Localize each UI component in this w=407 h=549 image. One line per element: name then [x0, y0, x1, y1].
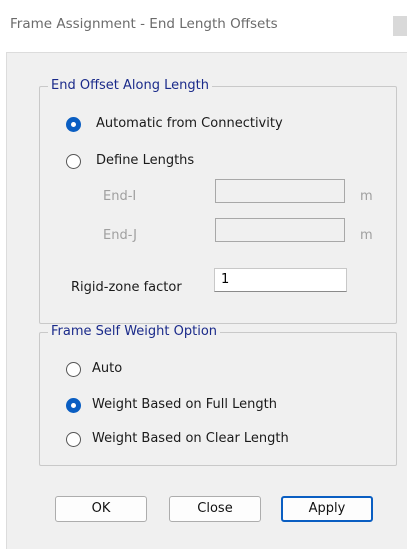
label-auto[interactable]: Auto	[92, 361, 122, 376]
end-offset-group-title: End Offset Along Length	[48, 78, 212, 93]
close-button[interactable]: Close	[169, 496, 261, 522]
end-j-input[interactable]	[215, 218, 345, 242]
rigid-zone-factor-input[interactable]: 1	[214, 268, 347, 292]
title-bar[interactable]: Frame Assignment - End Length Offsets	[0, 0, 407, 50]
radio-define-lengths[interactable]	[66, 154, 81, 169]
end-i-unit: m	[360, 189, 373, 204]
end-j-label: End-J	[103, 228, 137, 243]
end-offset-group: End Offset Along Length Automatic from C…	[39, 78, 397, 324]
rigid-zone-factor-label: Rigid-zone factor	[71, 280, 182, 295]
apply-button[interactable]: Apply	[281, 496, 373, 522]
label-weight-clear-length[interactable]: Weight Based on Clear Length	[92, 431, 289, 446]
title-bar-control[interactable]	[393, 16, 407, 36]
dialog-body: End Offset Along Length Automatic from C…	[6, 52, 407, 549]
self-weight-group: Frame Self Weight Option Auto Weight Bas…	[39, 324, 397, 466]
label-weight-full-length[interactable]: Weight Based on Full Length	[92, 397, 277, 412]
label-define-lengths[interactable]: Define Lengths	[96, 153, 194, 168]
radio-weight-clear-length[interactable]	[66, 432, 81, 447]
window-title: Frame Assignment - End Length Offsets	[10, 16, 278, 32]
label-automatic-from-connectivity[interactable]: Automatic from Connectivity	[96, 116, 283, 131]
radio-automatic-from-connectivity[interactable]	[66, 117, 81, 132]
self-weight-group-title: Frame Self Weight Option	[48, 324, 221, 339]
radio-weight-full-length[interactable]	[66, 398, 81, 413]
ok-button[interactable]: OK	[55, 496, 147, 522]
end-i-label: End-I	[103, 189, 137, 204]
end-j-unit: m	[360, 228, 373, 243]
radio-auto[interactable]	[66, 362, 81, 377]
end-i-input[interactable]	[215, 179, 345, 203]
